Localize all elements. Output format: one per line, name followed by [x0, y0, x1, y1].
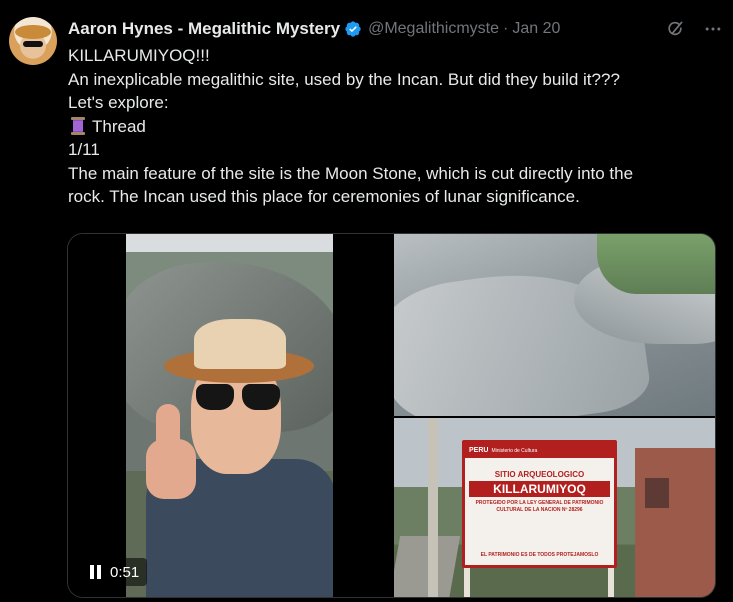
more-dots-icon[interactable] [703, 19, 723, 39]
tweet-line: Let's explore: [68, 93, 169, 112]
video-frame[interactable] [126, 234, 333, 597]
tweet-header: Aaron Hynes - Megalithic Mystery @Megali… [68, 17, 723, 41]
grok-icon[interactable] [665, 19, 685, 39]
tweet-line: KILLARUMIYOQ!!! [68, 46, 210, 65]
avatar-sunglasses [23, 41, 43, 47]
site-sign: PERU Ministerio de Cultura SITIO ARQUEOL… [462, 440, 617, 568]
sign-protection: PROTEGIDO POR LA LEY GENERAL DE PATRIMON… [465, 500, 614, 514]
sign-protection-line: CULTURAL DE LA NACION Nº 28296 [496, 507, 583, 513]
tweet-body: KILLARUMIYOQ!!! An inexplicable megalith… [68, 44, 728, 209]
sign-footer: EL PATRIMONIO ES DE TODOS PROTEJAMOSLO [480, 552, 599, 558]
photo-utility-pole [428, 418, 438, 597]
sign-heading: SITIO ARQUEOLOGICO [494, 470, 585, 479]
sign-protection-line: PROTEGIDO POR LA LEY GENERAL DE PATRIMON… [475, 500, 604, 506]
media-grid: 0:51 PERU Ministerio de Cultura SITIO AR… [67, 233, 716, 598]
photo-brick-building [635, 448, 715, 597]
author-handle[interactable]: @Megalithicmyste [368, 20, 499, 38]
video-hat-top [194, 319, 286, 369]
verified-badge-icon[interactable] [344, 20, 362, 38]
video-player[interactable]: 0:51 [68, 234, 392, 597]
sign-header: PERU Ministerio de Cultura [465, 443, 614, 458]
video-finger [156, 404, 180, 484]
spool-of-thread-icon [68, 116, 88, 136]
site-sign-photo[interactable]: PERU Ministerio de Cultura SITIO ARQUEOL… [394, 418, 715, 597]
tweet-line-thread: Thread [68, 115, 728, 139]
sign-country: PERU [469, 447, 489, 454]
avatar-hat [15, 25, 51, 39]
tweet-line: rock. The Incan used this place for cere… [68, 187, 580, 206]
tweet-date[interactable]: Jan 20 [512, 20, 560, 38]
tweet-line: An inexplicable megalithic site, used by… [68, 69, 620, 89]
video-sunglasses [196, 384, 280, 410]
sign-site-name: KILLARUMIYOQ [469, 481, 610, 497]
video-controls[interactable]: 0:51 [82, 558, 148, 586]
author-avatar[interactable] [9, 17, 57, 65]
video-timestamp: 0:51 [110, 563, 140, 581]
photo-grass [597, 234, 715, 294]
sign-legs [464, 568, 614, 597]
pause-icon[interactable] [90, 565, 102, 579]
separator-dot: · [503, 20, 509, 37]
thread-label: Thread [92, 116, 146, 136]
tweet-line: The main feature of the site is the Moon… [68, 163, 634, 183]
header-actions [665, 17, 723, 41]
author-name[interactable]: Aaron Hynes - Megalithic Mystery [68, 19, 340, 39]
tweet-line: 1/11 [68, 140, 100, 159]
moon-stone-photo[interactable] [394, 234, 715, 416]
sign-ministry: Ministerio de Cultura [491, 447, 538, 454]
